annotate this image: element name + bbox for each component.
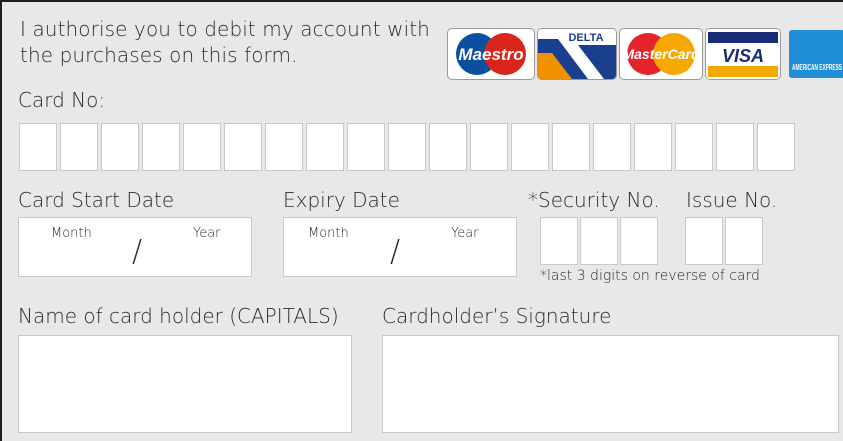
authorisation-statement: I authorise you to debit my account with…	[20, 17, 430, 67]
cardholder-name-label: Name of card holder (CAPITALS)	[18, 304, 339, 328]
visa-logo: VISA	[705, 28, 781, 80]
delta-logo: DELTA	[537, 28, 617, 80]
card-number-digit-box[interactable]	[511, 123, 549, 171]
card-number-digit-box[interactable]	[60, 123, 98, 171]
card-number-digit-box[interactable]	[470, 123, 508, 171]
signature-field[interactable]	[382, 335, 839, 433]
start-year-label: Year	[193, 226, 221, 241]
visa-wordmark: VISA	[722, 46, 764, 66]
card-number-digit-box[interactable]	[142, 123, 180, 171]
start-date-label: Card Start Date	[18, 188, 175, 212]
card-number-digit-box[interactable]	[429, 123, 467, 171]
issue-number-label: Issue No.	[686, 188, 778, 212]
start-date-separator: /	[132, 234, 143, 269]
expiry-date-separator: /	[390, 234, 401, 269]
maestro-wordmark: Maestro	[458, 45, 523, 64]
mastercard-wordmark: MasterCard	[622, 46, 699, 62]
maestro-logo: Maestro	[447, 28, 535, 80]
amex-wordmark: AMERICAN EXPRESS	[792, 63, 842, 72]
expiry-year-label: Year	[451, 226, 479, 241]
cardholder-name-field[interactable]	[18, 335, 352, 433]
card-number-digit-box[interactable]	[716, 123, 754, 171]
security-number-note: *last 3 digits on reverse of card	[540, 268, 760, 284]
card-number-label: Card No:	[18, 88, 106, 112]
security-number-label: *Security No.	[528, 188, 660, 212]
security-digit-box[interactable]	[620, 217, 658, 265]
card-number-digit-box[interactable]	[19, 123, 57, 171]
mastercard-logo: MasterCard	[619, 28, 703, 80]
issue-digit-box[interactable]	[725, 217, 763, 265]
card-number-digit-box[interactable]	[388, 123, 426, 171]
card-number-digit-box[interactable]	[101, 123, 139, 171]
card-number-digit-box[interactable]	[757, 123, 795, 171]
delta-wordmark: DELTA	[568, 32, 603, 44]
start-month-label: Month	[51, 226, 92, 241]
american-express-logo: AMERICAN EXPRESS	[789, 30, 843, 78]
expiry-date-label: Expiry Date	[283, 188, 400, 212]
card-number-digit-box[interactable]	[593, 123, 631, 171]
security-digit-box[interactable]	[580, 217, 618, 265]
signature-label: Cardholder’s Signature	[382, 304, 612, 328]
card-number-digit-box[interactable]	[634, 123, 672, 171]
card-number-digit-box[interactable]	[552, 123, 590, 171]
card-number-digit-box[interactable]	[265, 123, 303, 171]
card-number-digit-box[interactable]	[224, 123, 262, 171]
card-number-digit-box[interactable]	[183, 123, 221, 171]
expiry-date-field[interactable]: Month Year /	[283, 217, 517, 277]
issue-digit-box[interactable]	[685, 217, 723, 265]
start-date-field[interactable]: Month Year /	[18, 217, 252, 277]
security-digit-box[interactable]	[540, 217, 578, 265]
card-payment-form: I authorise you to debit my account with…	[0, 0, 843, 441]
card-number-digit-box[interactable]	[347, 123, 385, 171]
expiry-month-label: Month	[308, 226, 349, 241]
card-number-digit-box[interactable]	[306, 123, 344, 171]
card-number-digit-box[interactable]	[675, 123, 713, 171]
